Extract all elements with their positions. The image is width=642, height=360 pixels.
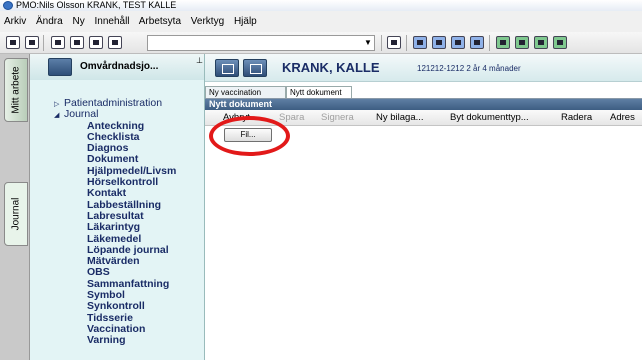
home-icon[interactable] [215, 59, 239, 77]
mail-icon[interactable] [25, 36, 39, 49]
address-button[interactable]: Adres [610, 110, 635, 125]
menu-ny[interactable]: Ny [72, 16, 84, 27]
table-icon[interactable] [553, 36, 567, 49]
tab-mitt-arbete-label: Mitt arbete [10, 66, 22, 114]
tree-item[interactable]: Synkontroll [30, 301, 204, 313]
side-tab-strip: Mitt arbete Journal [0, 54, 30, 360]
collapse-arrow-icon[interactable]: ◢ [54, 110, 64, 121]
tree-node-journal[interactable]: ◢ Journal [30, 109, 204, 121]
message-icon[interactable] [496, 36, 510, 49]
tab-nytt-dokument[interactable]: Nytt dokument [286, 86, 352, 98]
highlight-circle [209, 116, 290, 156]
change-document-type-button[interactable]: Byt dokumenttyp... [450, 110, 529, 125]
inbox-icon[interactable] [6, 36, 20, 49]
copy-icon[interactable] [70, 36, 84, 49]
panel-title: Nytt dokument [205, 99, 642, 110]
nav-header: Omvårdnadsjo... ⊥ [30, 54, 204, 80]
layout-columns-icon[interactable] [432, 36, 446, 49]
layout-split-icon[interactable] [451, 36, 465, 49]
toolbar-separator [43, 35, 44, 51]
menu-arkiv[interactable]: Arkiv [4, 16, 26, 27]
patient-id-info: 121212-1212 2 år 4 månader [417, 64, 521, 73]
tree-item[interactable]: Mätvärden [30, 255, 204, 267]
menu-bar: Arkiv Ändra Ny Innehåll Arbetsyta Verkty… [0, 11, 642, 32]
tab-journal-label: Journal [10, 197, 22, 231]
main-area: KRANK, KALLE 121212-1212 2 år 4 månader … [205, 54, 642, 360]
tree-item[interactable]: Kontakt [30, 188, 204, 200]
patient-name: KRANK, KALLE [282, 60, 380, 75]
tree-item[interactable]: Läkarintyg [30, 221, 204, 233]
window-title-bar: PMO:Nils Olsson KRANK, TEST KALLE [0, 0, 642, 11]
patient-card-icon[interactable] [243, 59, 267, 77]
layout-rows-icon[interactable] [470, 36, 484, 49]
layout-grid-icon[interactable] [413, 36, 427, 49]
toolbar-separator [406, 35, 407, 51]
nav-header-title[interactable]: Omvårdnadsjo... [80, 61, 158, 72]
network-icon[interactable] [515, 36, 529, 49]
window-title: PMO:Nils Olsson KRANK, TEST KALLE [16, 0, 177, 10]
menu-hjalp[interactable]: Hjälp [234, 16, 257, 27]
folder-icon[interactable] [48, 58, 72, 76]
new-attachment-button[interactable]: Ny bilaga... [376, 110, 424, 125]
toolbar: ▼ [0, 32, 642, 54]
toolbar-combobox[interactable]: ▼ [147, 35, 375, 51]
menu-innehall[interactable]: Innehåll [95, 16, 130, 27]
tab-ny-vaccination[interactable]: Ny vaccination [205, 86, 286, 98]
app-icon [3, 1, 13, 10]
print-icon[interactable] [51, 36, 65, 49]
chevron-down-icon[interactable]: ▼ [362, 36, 374, 50]
menu-andra[interactable]: Ändra [36, 16, 63, 27]
view-icon[interactable] [387, 36, 401, 49]
navigation-panel: Omvårdnadsjo... ⊥ ▷ Patientadministration… [30, 54, 205, 360]
delete-button[interactable]: Radera [561, 110, 592, 125]
menu-verktyg[interactable]: Verktyg [191, 16, 224, 27]
sign-button[interactable]: Signera [321, 110, 354, 125]
tab-journal[interactable]: Journal [4, 182, 28, 246]
pushpin-icon[interactable]: ⊥ [196, 56, 203, 65]
nav-tree: ▷ Patientadministration ◢ Journal Anteckni… [30, 97, 204, 347]
save-button[interactable]: Spara [279, 110, 304, 125]
patient-header: KRANK, KALLE 121212-1212 2 år 4 månader [205, 54, 642, 82]
document-tabs: Ny vaccination Nytt dokument [205, 86, 642, 98]
tree-node-patientadministration[interactable]: ▷ Patientadministration [30, 97, 204, 109]
paste-icon[interactable] [89, 36, 103, 49]
document-icon[interactable] [108, 36, 122, 49]
chart-icon[interactable] [534, 36, 548, 49]
tree-item[interactable]: Varning [30, 334, 204, 346]
toolbar-separator [489, 35, 490, 51]
toolbar-separator [381, 35, 382, 51]
tab-mitt-arbete[interactable]: Mitt arbete [4, 58, 28, 122]
menu-arbetsyta[interactable]: Arbetsyta [139, 16, 181, 27]
